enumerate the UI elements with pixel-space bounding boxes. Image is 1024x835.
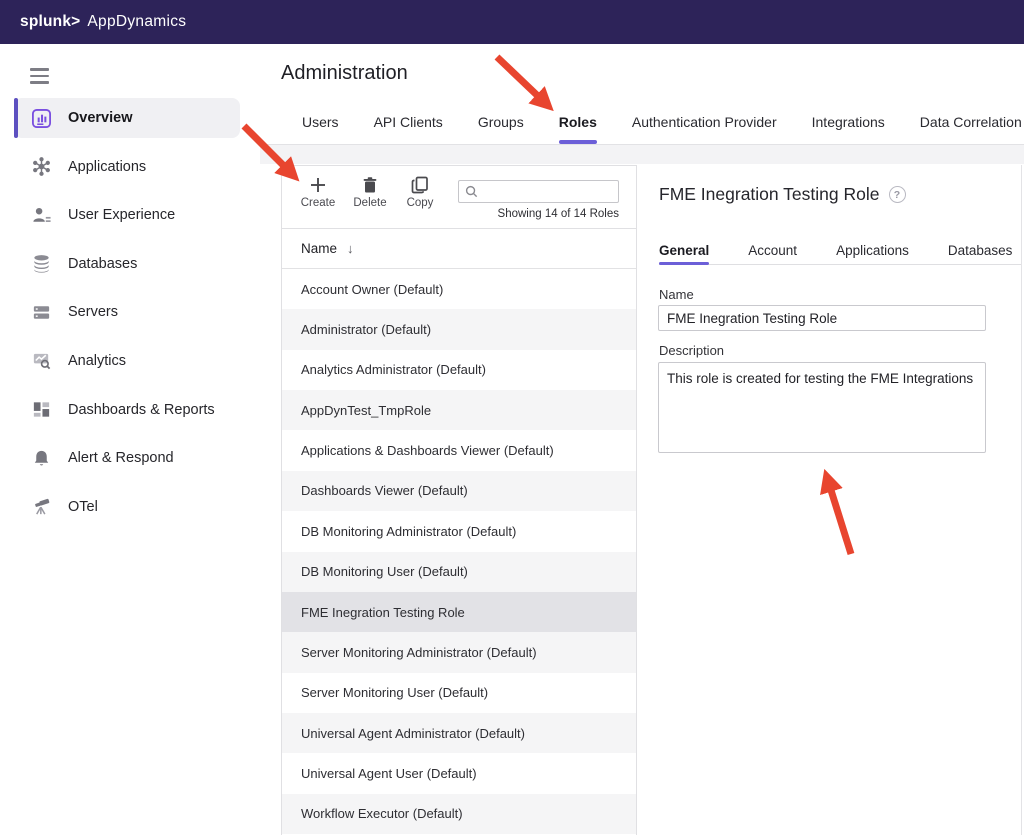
sidebar-item-analytics[interactable]: Analytics [0,341,260,381]
dashboards-icon [30,399,52,421]
copy-icon [411,176,429,194]
sidebar-item-label: OTel [68,499,98,515]
sidebar: Overview Applications User Experience Da… [0,44,260,835]
role-detail-tab-bar: General Account Applications Databases [659,236,1022,265]
roles-list-panel: Create Delete Copy Showing 14 of 14 Role… [281,165,637,835]
admin-tab[interactable]: Roles [559,100,597,144]
sidebar-item-label: Servers [68,304,118,320]
role-row[interactable]: Server Monitoring User (Default) [282,673,636,713]
showing-count-text: Showing 14 of 14 Roles [458,208,619,220]
brand-logo: splunk> AppDynamics [20,13,186,31]
role-detail-tab[interactable]: General [659,236,709,264]
roles-search-input[interactable] [479,185,618,199]
sidebar-item-label: Overview [68,110,133,126]
splunk-logo: splunk> [20,13,80,31]
role-row[interactable]: Universal Agent User (Default) [282,753,636,793]
sort-descending-icon: ↓ [347,241,354,256]
role-name-input[interactable] [658,305,986,331]
admin-tab[interactable]: Users [302,100,339,144]
sidebar-item-label: Dashboards & Reports [68,402,215,418]
sidebar-item-user-experience[interactable]: User Experience [0,195,260,235]
applications-icon [30,156,52,178]
role-row[interactable]: DB Monitoring Administrator (Default) [282,511,636,551]
detail-title-row: FME Inegration Testing Role ? [659,184,906,205]
telescope-icon [30,496,52,518]
role-detail-tab[interactable]: Applications [836,236,909,264]
role-row[interactable]: Administrator (Default) [282,309,636,349]
role-detail-tab[interactable]: Databases [948,236,1013,264]
top-bar: splunk> AppDynamics [0,0,1024,44]
role-detail-title: FME Inegration Testing Role [659,184,880,205]
copy-button[interactable]: Copy [396,176,444,209]
sidebar-nav: Overview Applications User Experience Da… [0,98,260,527]
admin-tab[interactable]: Data Correlation [920,100,1022,144]
role-description-textarea[interactable]: This role is created for testing the FME… [658,362,986,453]
help-icon[interactable]: ? [889,186,906,203]
bell-icon [30,447,52,469]
role-row[interactable]: Applications & Dashboards Viewer (Defaul… [282,430,636,470]
role-row[interactable]: Analytics Administrator (Default) [282,350,636,390]
plus-icon [309,176,327,194]
page-title: Administration [281,62,408,85]
admin-tab[interactable]: Authentication Provider [632,100,777,144]
admin-tab[interactable]: Groups [478,100,524,144]
sidebar-item-label: Analytics [68,353,126,369]
appdynamics-wordmark: AppDynamics [87,13,186,31]
sidebar-item-label: Alert & Respond [68,450,174,466]
create-button[interactable]: Create [294,176,342,209]
sidebar-item-otel[interactable]: OTel [0,487,260,527]
sidebar-item-dashboards-reports[interactable]: Dashboards & Reports [0,390,260,430]
admin-tab[interactable]: API Clients [374,100,443,144]
sidebar-item-label: User Experience [68,207,175,223]
panel-right-border [1021,165,1022,835]
admin-tab[interactable]: Integrations [812,100,885,144]
role-row[interactable]: Server Monitoring Administrator (Default… [282,632,636,672]
description-field-label: Description [659,343,724,358]
sidebar-item-servers[interactable]: Servers [0,292,260,332]
user-experience-icon [30,204,52,226]
sidebar-item-overview[interactable]: Overview [14,98,240,138]
servers-icon [30,301,52,323]
main-content: Administration Users API Clients Groups … [260,44,1024,835]
sidebar-item-applications[interactable]: Applications [0,147,260,187]
search-area: Showing 14 of 14 Roles [458,180,619,220]
delete-button[interactable]: Delete [346,176,394,209]
database-icon [30,253,52,275]
hamburger-menu-icon[interactable] [30,68,49,84]
role-row[interactable]: Workflow Executor (Default) [282,794,636,834]
role-row[interactable]: Account Owner (Default) [282,269,636,309]
role-detail-tab[interactable]: Account [748,236,797,264]
role-row[interactable]: AppDynTest_TmpRole [282,390,636,430]
subheader-strip [260,144,1024,164]
copy-button-label: Copy [407,197,434,209]
role-detail-panel: FME Inegration Testing Role ? General Ac… [658,174,1024,835]
search-icon [464,184,479,199]
overview-icon [30,107,52,129]
role-row[interactable]: Universal Agent Administrator (Default) [282,713,636,753]
delete-button-label: Delete [353,197,386,209]
roles-list: Account Owner (Default) Administrator (D… [282,269,636,834]
name-field-label: Name [659,287,694,302]
role-row[interactable]: DB Monitoring User (Default) [282,552,636,592]
admin-tab-bar: Users API Clients Groups Roles Authentic… [260,100,1024,144]
roles-toolbar: Create Delete Copy Showing 14 of 14 Role… [282,166,636,229]
trash-icon [361,176,379,194]
sidebar-item-alert-respond[interactable]: Alert & Respond [0,438,260,478]
sidebar-item-databases[interactable]: Databases [0,244,260,284]
name-column-label: Name [301,241,337,256]
sidebar-item-label: Applications [68,159,146,175]
roles-search-box[interactable] [458,180,619,203]
name-column-header[interactable]: Name ↓ [282,229,636,269]
role-row[interactable]: FME Inegration Testing Role [282,592,636,632]
analytics-icon [30,350,52,372]
sidebar-item-label: Databases [68,256,137,272]
create-button-label: Create [301,197,336,209]
role-row[interactable]: Dashboards Viewer (Default) [282,471,636,511]
